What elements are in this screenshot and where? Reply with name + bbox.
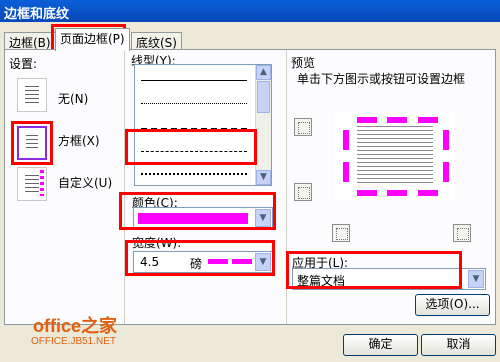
ok-button[interactable]: 确定 [343, 334, 418, 356]
tab-shading[interactable]: 底纹(S) [131, 32, 182, 50]
preview-border-bottom [418, 190, 438, 196]
apply-to-highlight [286, 251, 462, 289]
color-highlight [119, 192, 276, 230]
divider [124, 50, 125, 324]
top-border-button[interactable] [294, 118, 312, 136]
right-border-button[interactable] [453, 224, 471, 242]
setting-custom-label[interactable]: 自定义(U) [58, 174, 112, 191]
tab-page-border[interactable]: 页面边框(P) [55, 28, 130, 51]
bottom-border-button[interactable] [294, 183, 312, 201]
scroll-down-icon[interactable]: ▼ [256, 170, 271, 185]
scroll-up-icon[interactable]: ▲ [256, 65, 271, 80]
setting-box-label[interactable]: 方框(X) [58, 132, 100, 149]
setting-highlight [11, 121, 53, 165]
scroll-thumb[interactable] [257, 81, 270, 113]
preview-border-top [387, 117, 407, 123]
preview-border-bottom [357, 190, 377, 196]
none-setting-icon[interactable] [17, 78, 47, 112]
line-style-solid[interactable] [141, 80, 247, 81]
preview-hint: 单击下方图示或按钮可设置边框 [297, 72, 466, 86]
line-style-dotted[interactable] [141, 103, 247, 104]
preview-text [357, 126, 433, 186]
setting-label: 设置: [9, 57, 38, 71]
window-title: 边框和底纹 [4, 7, 70, 22]
preview-border-left [343, 162, 349, 182]
line-style-dash-dot[interactable] [141, 173, 247, 175]
preview-label: 预览 [291, 56, 316, 70]
custom-setting-icon[interactable] [17, 167, 47, 201]
preview-border-top [418, 117, 438, 123]
preview-border-left [343, 130, 349, 150]
tab-borders[interactable]: 边框(B) [4, 32, 56, 50]
watermark-url: OFFICE.JB51.NET [31, 336, 117, 347]
line-style-list[interactable]: ▲ ▼ [134, 64, 272, 186]
preview-page[interactable] [335, 112, 455, 200]
cancel-button[interactable]: 取消 [421, 334, 496, 356]
title-bar: 边框和底纹 [0, 0, 500, 22]
left-border-button[interactable] [332, 224, 350, 242]
preview-border-right [443, 162, 449, 182]
line-style-scrollbar[interactable]: ▲ ▼ [255, 65, 271, 185]
options-button[interactable]: 选项(O)... [415, 294, 490, 316]
chevron-down-icon[interactable]: ▼ [468, 270, 484, 288]
preview-border-top [357, 117, 377, 123]
preview-border-right [443, 130, 449, 150]
preview-border-bottom [387, 190, 407, 196]
width-highlight [125, 240, 275, 276]
setting-none-label[interactable]: 无(N) [58, 90, 88, 107]
line-style-highlight [125, 129, 257, 165]
watermark-logo: office之家 [33, 316, 118, 336]
